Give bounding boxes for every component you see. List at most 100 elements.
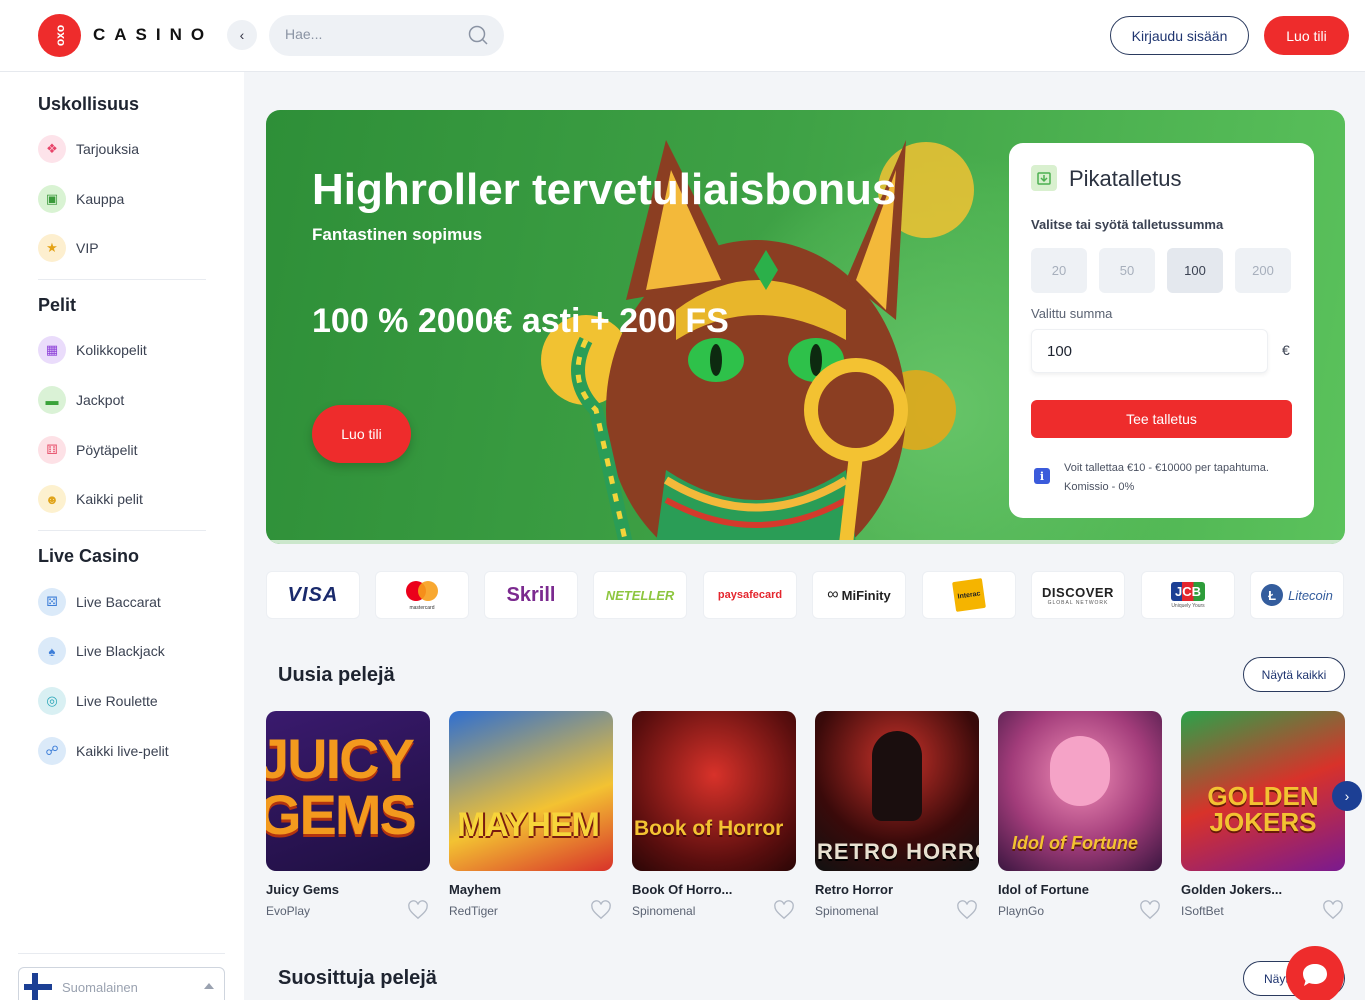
payment-logo-interac: Interac [922,571,1016,619]
heart-icon[interactable] [1139,900,1161,920]
sidebar-item-all-games[interactable]: ☻ Kaikki pelit [38,484,143,514]
search-icon[interactable] [468,25,488,45]
game-art-title: RETRO HORROR [817,839,979,864]
game-card[interactable]: Idol of Fortune Idol of Fortune PlaynGo [998,711,1163,920]
game-card[interactable]: RETRO HORROR Retro Horror Spinomenal [815,711,980,920]
hooded-figure [872,731,922,821]
ganesha-figure [1050,736,1110,806]
carousel-next-button[interactable]: › [1332,781,1362,811]
gift-icon: ❖ [38,135,66,163]
payment-logo-litecoin: Ł Litecoin [1250,571,1344,619]
game-provider: PlaynGo [998,904,1045,918]
search-input[interactable] [285,26,455,42]
info-icon: i [1034,468,1050,484]
deposit-submit-button[interactable]: Tee talletus [1031,400,1292,438]
deposit-title: Pikatalletus [1069,166,1182,191]
game-thumbnail[interactable]: JUICY GEMS [266,711,430,871]
jcb-logo-text: JCB [1170,581,1205,601]
logo-text[interactable]: CASINO [93,25,213,45]
live-games-icon: ☍ [38,737,66,765]
sidebar-item-label: VIP [76,240,99,256]
login-button[interactable]: Kirjaudu sisään [1110,16,1249,55]
payment-logo-visa: VISA [266,571,360,619]
sidebar-item-vip[interactable]: ★ VIP [38,233,99,263]
game-provider: EvoPlay [266,904,311,918]
sidebar-item-live-baccarat[interactable]: ⚄ Live Baccarat [38,587,161,617]
language-select[interactable]: Suomalainen [18,967,225,1000]
hero-signup-button[interactable]: Luo tili [312,405,411,463]
jcb-logo-sub: Uniquely Yours [1171,602,1205,609]
language-label: Suomalainen [62,979,138,995]
sidebar-item-shop[interactable]: ▣ Kauppa [38,184,124,214]
game-thumbnail[interactable]: RETRO HORROR [815,711,979,871]
sidebar-item-label: Tarjouksia [76,141,140,157]
game-card[interactable]: Book of Horror Book Of Horro... Spinomen… [632,711,797,920]
game-thumbnail[interactable]: MAYHEM [449,711,613,871]
amount-option-100[interactable]: 100 [1167,248,1223,293]
top-header: oxo CASINO ‹ Kirjaudu sisään Luo tili [0,0,1365,72]
chat-button[interactable] [1286,946,1344,1000]
game-name[interactable]: Juicy Gems [266,882,396,897]
sidebar-item-label: Live Baccarat [76,594,161,610]
selected-amount-input[interactable] [1031,329,1268,373]
infinity-icon: ∞ [827,586,839,603]
sidebar-item-jackpot[interactable]: ▬ Jackpot [38,385,124,415]
search-box[interactable] [269,15,504,56]
game-thumbnail[interactable]: Book of Horror [632,711,796,871]
section-title-live-casino: Live Casino [38,546,140,566]
sidebar-divider [38,279,206,280]
heart-icon[interactable] [773,900,795,920]
game-name[interactable]: Mayhem [449,882,579,897]
payment-logo-neteller: NETELLER [593,571,687,619]
jackpot-icon: ▬ [38,386,66,414]
skrill-logo: Skrill [506,583,556,606]
amount-option-200[interactable]: 200 [1235,248,1291,293]
sidebar-item-offers[interactable]: ❖ Tarjouksia [38,134,139,164]
finland-flag-icon [24,973,52,1000]
sidebar: Uskollisuus ❖ Tarjouksia ▣ Kauppa ★ VIP … [0,72,244,1000]
collapse-sidebar-button[interactable]: ‹ [227,20,257,50]
shop-icon: ▣ [38,185,66,213]
heart-icon[interactable] [956,900,978,920]
game-name[interactable]: Golden Jokers... [1181,882,1311,897]
amount-option-20[interactable]: 20 [1031,248,1087,293]
sidebar-item-label: Live Roulette [76,693,158,709]
sidebar-item-label: Kaikki pelit [76,491,143,507]
caret-up-icon [204,983,214,989]
chat-bubble-icon [1303,964,1327,986]
amount-option-50[interactable]: 50 [1099,248,1155,293]
discover-logo: DISCOVER GLOBAL NETWORK [1042,585,1114,606]
heart-icon[interactable] [1322,900,1344,920]
game-card[interactable]: GOLDEN JOKERS Golden Jokers... ISoftBet [1181,711,1346,920]
game-art-title: Book of Horror [634,817,784,840]
mastercard-logo: mastercard [406,581,438,611]
game-card[interactable]: JUICY GEMS Juicy Gems EvoPlay [266,711,431,920]
hero-bottom-strip [266,540,1345,544]
game-name[interactable]: Retro Horror [815,882,945,897]
payment-logo-skrill: Skrill [484,571,578,619]
new-games-show-all-button[interactable]: Näytä kaikki [1243,657,1345,692]
sidebar-item-live-blackjack[interactable]: ♠ Live Blackjack [38,636,165,666]
sidebar-item-live-roulette[interactable]: ◎ Live Roulette [38,686,158,716]
jcb-logo: JCB Uniquely Yours [1170,581,1205,609]
game-card[interactable]: MAYHEM Mayhem RedTiger [449,711,614,920]
game-thumbnail[interactable]: GOLDEN JOKERS [1181,711,1345,871]
game-art-title: JUICY GEMS [266,727,417,846]
game-name[interactable]: Idol of Fortune [998,882,1128,897]
logo-mark[interactable]: oxo [38,14,81,57]
game-name[interactable]: Book Of Horro... [632,882,762,897]
vip-icon: ★ [38,234,66,262]
game-thumbnail[interactable]: Idol of Fortune [998,711,1162,871]
game-art-title: GOLDEN JOKERS [1207,781,1319,837]
payment-logo-mifinity: ∞ MiFinity [812,571,906,619]
mifinity-logo: MiFinity [841,587,891,603]
selected-amount-label: Valittu summa [1031,306,1113,321]
sidebar-item-all-live-games[interactable]: ☍ Kaikki live-pelit [38,736,169,766]
sidebar-item-table-games[interactable]: ⚅ Pöytäpelit [38,435,137,465]
sidebar-divider [38,530,206,531]
signup-button[interactable]: Luo tili [1264,16,1349,55]
heart-icon[interactable] [590,900,612,920]
sidebar-item-slots[interactable]: ▦ Kolikkopelit [38,335,147,365]
heart-icon[interactable] [407,900,429,920]
deposit-info-text: Voit tallettaa €10 - €10000 per tapahtum… [1064,462,1269,493]
